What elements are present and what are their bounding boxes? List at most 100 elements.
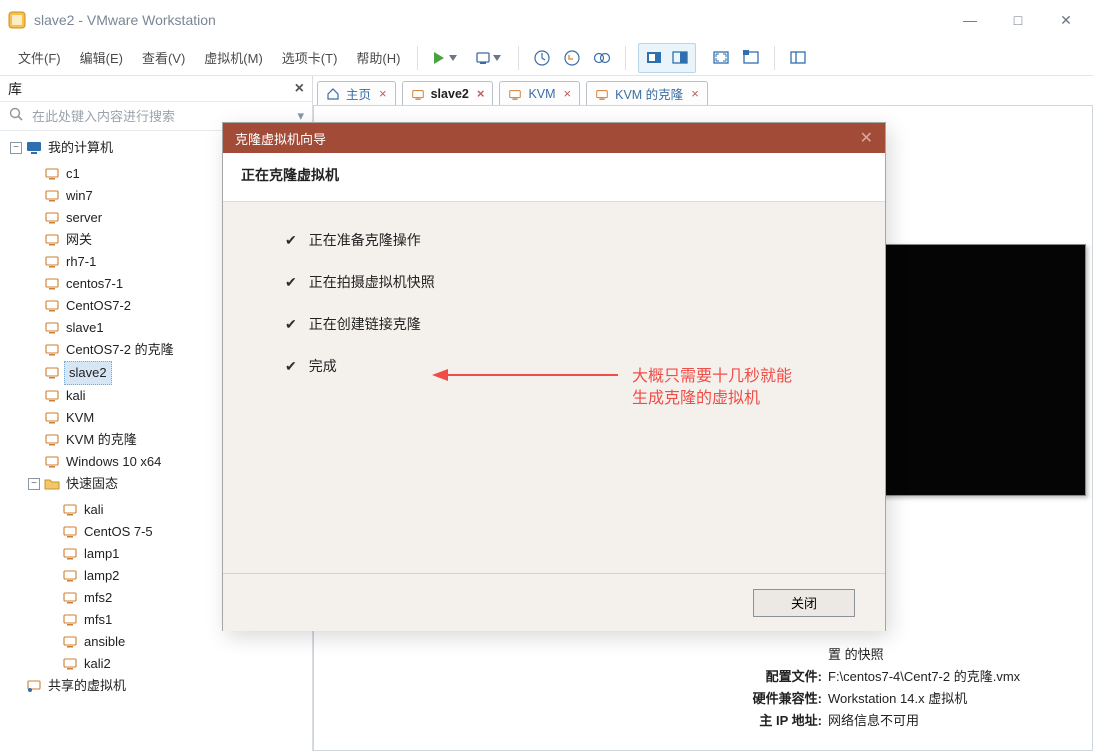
vm-icon — [44, 298, 60, 314]
vm-icon — [62, 502, 78, 518]
window-close-button[interactable]: ✕ — [1055, 12, 1077, 29]
vm-icon — [44, 432, 60, 448]
collapse-icon[interactable]: − — [10, 142, 22, 154]
tree-item-label: 网关 — [64, 229, 94, 251]
vm-icon — [62, 524, 78, 540]
wizard-step: ✔ 正在创建链接克隆 — [285, 314, 823, 334]
wizard-close-button[interactable]: ✕ — [860, 128, 873, 148]
search-icon — [8, 106, 28, 126]
sidebar-title: 库 — [8, 79, 22, 99]
wizard-title-text: 克隆虚拟机向导 — [235, 129, 326, 148]
vm-icon — [508, 87, 522, 101]
vm-detail-panel: 置 的快照 配置文件:F:\centos7-4\Cent7-2 的克隆.vmx … — [732, 644, 1062, 732]
wizard-step: ✔ 正在拍摄虚拟机快照 — [285, 272, 823, 292]
tab-label: KVM 的克隆 — [615, 84, 683, 103]
power-options-button[interactable] — [468, 45, 508, 71]
wizard-footer: 关闭 — [223, 573, 885, 631]
snapshot-text: 置 的快照 — [822, 644, 1062, 663]
vm-icon — [44, 188, 60, 204]
sidebar-header: 库 × — [0, 76, 312, 102]
window-minimize-button[interactable]: — — [959, 12, 981, 29]
sidebar-close-button[interactable]: × — [295, 80, 304, 98]
hw-compat-value: Workstation 14.x 虚拟机 — [822, 688, 1062, 707]
tree-item[interactable]: ansible — [46, 631, 312, 653]
view-thumbnail-icon[interactable] — [667, 45, 693, 71]
wizard-titlebar[interactable]: 克隆虚拟机向导 ✕ — [223, 123, 885, 153]
tab-vm[interactable]: slave2 × — [402, 81, 494, 105]
tree-item-label: centos7-1 — [64, 273, 125, 295]
fullscreen-icon[interactable] — [708, 45, 734, 71]
tree-item-label: mfs2 — [82, 587, 114, 609]
snapshot-create-icon[interactable] — [529, 45, 555, 71]
tree-item-label: CentOS7-2 的克隆 — [64, 339, 176, 361]
tree-item-label: win7 — [64, 185, 95, 207]
tree-item-label: kali — [64, 385, 88, 407]
vm-icon — [411, 87, 425, 101]
wizard-step: ✔ 正在准备克隆操作 — [285, 230, 823, 250]
window-title: slave2 - VMware Workstation — [34, 12, 959, 28]
menu-tabs[interactable]: 选项卡(T) — [274, 44, 346, 71]
tree-item-label: lamp1 — [82, 543, 121, 565]
tree-shared-vms[interactable]: 共享的虚拟机 — [10, 675, 312, 697]
menu-edit[interactable]: 编辑(E) — [72, 44, 131, 71]
menu-file[interactable]: 文件(F) — [10, 44, 69, 71]
tree-item-label: rh7-1 — [64, 251, 98, 273]
vm-icon — [62, 612, 78, 628]
vm-icon — [44, 320, 60, 336]
menu-help[interactable]: 帮助(H) — [348, 44, 408, 71]
snapshot-manager-icon[interactable] — [589, 45, 615, 71]
window-titlebar: slave2 - VMware Workstation — □ ✕ — [0, 0, 1093, 40]
tab-close-icon[interactable]: × — [564, 86, 572, 101]
checkmark-icon: ✔ — [285, 274, 297, 291]
checkmark-icon: ✔ — [285, 316, 297, 333]
tab-close-icon[interactable]: × — [477, 86, 485, 101]
window-maximize-button[interactable]: □ — [1007, 12, 1029, 29]
tab-label: slave2 — [431, 87, 469, 101]
config-file-label: 配置文件: — [732, 666, 822, 685]
library-toggle-icon[interactable] — [785, 45, 811, 71]
tree-shared-label: 共享的虚拟机 — [46, 675, 128, 697]
vm-icon — [44, 388, 60, 404]
tree-item-label: CentOS7-2 — [64, 295, 133, 317]
checkmark-icon: ✔ — [285, 358, 297, 375]
vm-icon — [62, 634, 78, 650]
snapshot-revert-icon[interactable] — [559, 45, 585, 71]
tab-close-icon[interactable]: × — [691, 86, 699, 101]
vm-icon — [44, 410, 60, 426]
monitor-icon — [26, 140, 42, 156]
tree-item-label: Windows 10 x64 — [64, 451, 163, 473]
annotation-arrow — [430, 366, 620, 384]
tree-folder-label: 快速固态 — [64, 473, 120, 495]
tab-home[interactable]: 主页 × — [317, 81, 396, 105]
tree-item-label: kali2 — [82, 653, 113, 675]
menubar: 文件(F) 编辑(E) 查看(V) 虚拟机(M) 选项卡(T) 帮助(H) — [0, 40, 1093, 76]
view-single-icon[interactable] — [641, 45, 667, 71]
wizard-step-label: 正在准备克隆操作 — [309, 230, 421, 250]
tab-vm[interactable]: KVM × — [499, 81, 580, 105]
run-button[interactable] — [424, 45, 464, 71]
vm-icon — [62, 656, 78, 672]
app-logo-icon — [8, 11, 26, 29]
tree-item-label: lamp2 — [82, 565, 121, 587]
tree-item-label: CentOS 7-5 — [82, 521, 155, 543]
tab-home-label: 主页 — [346, 84, 371, 103]
tab-vm[interactable]: KVM 的克隆 × — [586, 81, 708, 105]
tree-root-label: 我的计算机 — [46, 137, 115, 159]
menu-vm[interactable]: 虚拟机(M) — [196, 44, 271, 71]
tree-item[interactable]: kali2 — [46, 653, 312, 675]
vm-icon — [62, 590, 78, 606]
menu-view[interactable]: 查看(V) — [134, 44, 193, 71]
vm-preview-screen — [866, 244, 1086, 496]
unity-mode-icon[interactable] — [738, 45, 764, 71]
tree-item-label: mfs1 — [82, 609, 114, 631]
collapse-icon[interactable]: − — [28, 478, 40, 490]
folder-icon — [44, 476, 60, 492]
tab-close-icon[interactable]: × — [379, 86, 387, 101]
checkmark-icon: ✔ — [285, 232, 297, 249]
tree-item-label: KVM 的克隆 — [64, 429, 139, 451]
tree-item-label: KVM — [64, 407, 96, 429]
wizard-step-label: 正在拍摄虚拟机快照 — [309, 272, 435, 292]
ip-label: 主 IP 地址: — [732, 710, 822, 729]
wizard-close-btn[interactable]: 关闭 — [753, 589, 855, 617]
view-mode-group — [638, 43, 696, 73]
